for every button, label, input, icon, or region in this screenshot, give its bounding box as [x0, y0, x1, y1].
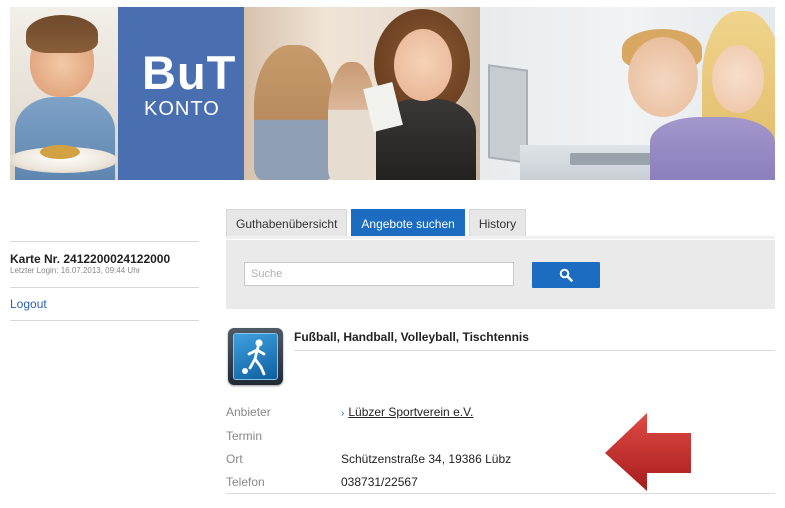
info-value: Schützenstraße 34, 19386 Lübz: [341, 452, 512, 466]
sidebar-divider: [10, 320, 199, 321]
info-label: Anbieter: [226, 405, 271, 419]
tab-divider: [226, 236, 775, 239]
banner-photo-teacher: [244, 7, 480, 180]
banner-photo-boy-with-plate: [10, 7, 118, 180]
info-value: 038731/22567: [341, 475, 418, 489]
provider-link[interactable]: Lübzer Sportverein e.V.: [348, 405, 473, 419]
search-panel: [226, 240, 775, 309]
search-input[interactable]: [244, 262, 514, 286]
banner-photo-children-computers: [480, 7, 775, 180]
main-tabs: Guthabenübersicht Angebote suchen Histor…: [226, 209, 530, 237]
tab-angebote-suchen[interactable]: Angebote suchen: [351, 209, 465, 237]
info-divider: [226, 493, 775, 494]
last-login-info: Letzter Login: 16.07.2013, 09:44 Uhr: [10, 266, 141, 275]
offer-title-divider: [294, 350, 775, 351]
search-button[interactable]: [532, 262, 600, 288]
sidebar-divider: [10, 287, 199, 288]
sidebar-divider: [10, 241, 199, 242]
but-konto-logo: BuT KONTO: [118, 7, 244, 180]
info-value: › Lübzer Sportverein e.V.: [341, 405, 473, 419]
logo-main-text: BuT: [142, 46, 237, 99]
offer-title: Fußball, Handball, Volleyball, Tischtenn…: [294, 330, 529, 344]
search-icon: [559, 268, 573, 282]
sport-activity-icon: [228, 328, 283, 385]
tab-history[interactable]: History: [468, 209, 527, 237]
tab-guthabenuebersicht[interactable]: Guthabenübersicht: [226, 209, 348, 237]
header-banner: BuT KONTO: [10, 7, 775, 180]
chevron-right-icon: ›: [341, 408, 345, 419]
logout-link[interactable]: Logout: [10, 297, 47, 311]
card-number: Karte Nr. 2412200024122000: [10, 252, 171, 266]
info-label: Termin: [226, 429, 263, 443]
info-label: Ort: [226, 452, 243, 466]
annotation-arrow-icon: [605, 413, 691, 491]
info-label: Telefon: [226, 475, 265, 489]
logo-sub-text: KONTO: [144, 98, 220, 120]
